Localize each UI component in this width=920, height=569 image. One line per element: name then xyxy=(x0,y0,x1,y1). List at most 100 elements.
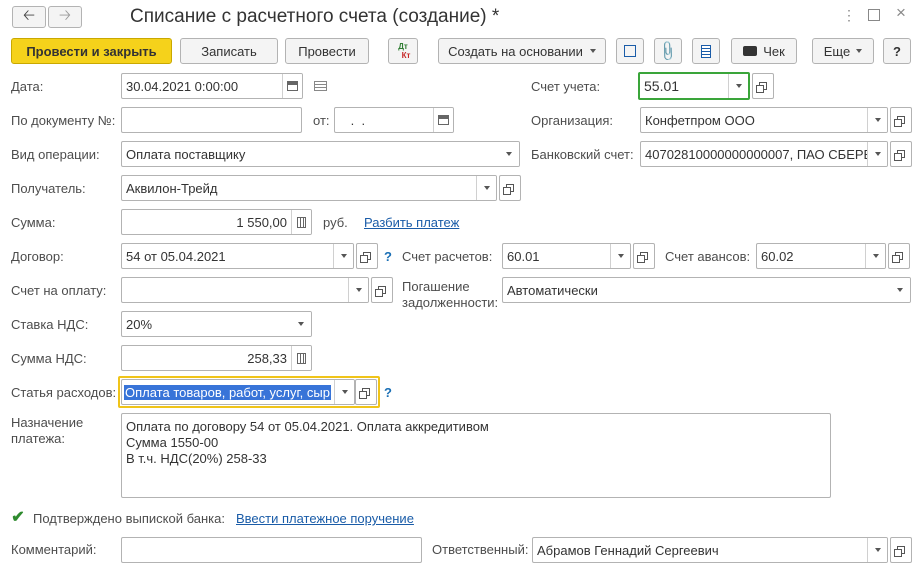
post-button[interactable]: Провести xyxy=(285,38,369,64)
create-based-on-button[interactable]: Создать на основании xyxy=(438,38,606,64)
save-button[interactable]: Записать xyxy=(180,38,278,64)
purpose-label-1: Назначение xyxy=(11,415,84,430)
open-icon xyxy=(894,116,905,127)
open-icon xyxy=(756,82,767,93)
chevron-down-icon xyxy=(856,49,863,53)
organization-dropdown-button[interactable] xyxy=(867,108,887,132)
advance-dropdown-button[interactable] xyxy=(865,244,885,268)
expense-help-icon[interactable]: ? xyxy=(384,385,392,400)
calculator-button[interactable] xyxy=(291,210,311,234)
structure-button[interactable] xyxy=(616,38,644,64)
contract-field[interactable]: 54 от 05.04.2021 xyxy=(121,243,354,269)
account-open-button[interactable] xyxy=(752,73,774,99)
responsible-field[interactable]: Абрамов Геннадий Сергеевич xyxy=(532,537,888,563)
doc-date-value: . . xyxy=(347,112,366,128)
more-button[interactable]: Еще xyxy=(812,38,874,64)
purpose-line-2: Сумма 1550-00 xyxy=(126,435,219,450)
account-field[interactable]: 55.01 xyxy=(638,72,750,100)
expense-item-field[interactable]: Оплата товаров, работ, услуг, сыр xyxy=(121,379,355,405)
cash-register-icon xyxy=(743,46,758,56)
report-button[interactable] xyxy=(692,38,720,64)
notes-icon[interactable] xyxy=(314,81,327,91)
responsible-value: Абрамов Геннадий Сергеевич xyxy=(537,542,719,558)
dt-kt-icon-top: Дт xyxy=(398,42,408,51)
structure-icon xyxy=(624,45,636,57)
chevron-down-icon xyxy=(617,254,624,258)
expense-dropdown-button[interactable] xyxy=(334,380,354,404)
open-icon xyxy=(892,252,903,263)
post-and-close-button[interactable]: Провести и закрыть xyxy=(11,38,172,64)
settlement-account-field[interactable]: 60.01 xyxy=(502,243,631,269)
nav-forward-button[interactable]: 🡢 xyxy=(48,6,82,28)
organization-value: Конфетпром ООО xyxy=(645,112,755,128)
bank-account-open-button[interactable] xyxy=(890,141,912,167)
advance-open-button[interactable] xyxy=(888,243,910,269)
doc-date-field[interactable]: . . xyxy=(334,107,454,133)
chevron-down-icon xyxy=(483,186,490,190)
chevron-down-icon xyxy=(340,254,347,258)
debt-repayment-dropdown-button[interactable] xyxy=(890,278,910,302)
recipient-dropdown-button[interactable] xyxy=(476,176,496,200)
contract-help-icon[interactable]: ? xyxy=(384,249,392,264)
recipient-open-button[interactable] xyxy=(499,175,521,201)
close-icon[interactable]: × xyxy=(896,3,906,23)
create-based-on-label: Создать на основании xyxy=(448,43,583,59)
attach-button[interactable]: 📎 xyxy=(654,38,682,64)
responsible-open-button[interactable] xyxy=(890,537,912,563)
receipt-button[interactable]: Чек xyxy=(731,38,797,64)
chevron-down-icon xyxy=(589,49,596,53)
expense-item-selected-text: Оплата товаров, работ, услуг, сыр xyxy=(124,384,331,400)
invoice-open-button[interactable] xyxy=(371,277,393,303)
dt-kt-button[interactable]: Дт Кт xyxy=(388,38,418,64)
enter-payment-order-link[interactable]: Ввести платежное поручение xyxy=(236,511,414,526)
settlement-account-value: 60.01 xyxy=(507,248,540,264)
vat-sum-field[interactable]: 258,33 xyxy=(121,345,312,371)
maximize-icon[interactable] xyxy=(868,9,880,21)
calendar-button[interactable] xyxy=(282,74,302,98)
bank-account-field[interactable]: 40702810000000000007, ПАО СБЕРБАНК xyxy=(640,141,888,167)
expense-open-button[interactable] xyxy=(355,379,377,405)
contract-value: 54 от 05.04.2021 xyxy=(126,248,226,264)
sum-value: 1 550,00 xyxy=(236,214,287,230)
contract-open-button[interactable] xyxy=(356,243,378,269)
vat-rate-dropdown-button[interactable] xyxy=(291,312,311,336)
more-vertical-icon[interactable]: ⋮ xyxy=(842,7,856,24)
purpose-textarea[interactable]: Оплата по договору 54 от 05.04.2021. Опл… xyxy=(121,413,831,498)
responsible-dropdown-button[interactable] xyxy=(867,538,887,562)
comment-input[interactable] xyxy=(121,537,422,563)
calculator-icon xyxy=(297,352,306,364)
recipient-label: Получатель: xyxy=(11,181,86,196)
open-icon xyxy=(375,286,386,297)
vat-rate-field[interactable]: 20% xyxy=(121,311,312,337)
recipient-field[interactable]: Аквилон-Трейд xyxy=(121,175,497,201)
paperclip-icon: 📎 xyxy=(656,38,681,63)
invoice-dropdown-button[interactable] xyxy=(348,278,368,302)
operation-dropdown-button[interactable] xyxy=(499,142,519,166)
debt-repayment-field[interactable]: Автоматически xyxy=(502,277,911,303)
calculator-button[interactable] xyxy=(291,346,311,370)
account-dropdown-button[interactable] xyxy=(728,74,748,98)
organization-label: Организация: xyxy=(531,113,614,128)
doc-number-label: По документу №: xyxy=(11,113,116,128)
account-value: 55.01 xyxy=(644,78,680,94)
advance-account-field[interactable]: 60.02 xyxy=(756,243,886,269)
organization-field[interactable]: Конфетпром ООО xyxy=(640,107,888,133)
split-payment-link[interactable]: Разбить платеж xyxy=(364,215,459,230)
date-field[interactable]: 30.04.2021 0:00:00 xyxy=(121,73,303,99)
nav-back-button[interactable]: 🡠 xyxy=(12,6,46,28)
contract-dropdown-button[interactable] xyxy=(333,244,353,268)
settlement-dropdown-button[interactable] xyxy=(610,244,630,268)
settlement-open-button[interactable] xyxy=(633,243,655,269)
help-button[interactable]: ? xyxy=(883,38,911,64)
invoice-field[interactable] xyxy=(121,277,369,303)
currency-label: руб. xyxy=(323,215,348,230)
chevron-down-icon xyxy=(872,254,879,258)
organization-open-button[interactable] xyxy=(890,107,912,133)
bank-account-dropdown-button[interactable] xyxy=(867,142,887,166)
operation-field[interactable]: Оплата поставщику xyxy=(121,141,520,167)
doc-number-input[interactable] xyxy=(121,107,302,133)
sum-field[interactable]: 1 550,00 xyxy=(121,209,312,235)
calendar-button[interactable] xyxy=(433,108,453,132)
debt-repayment-label-2: задолженности: xyxy=(402,295,499,310)
confirmed-checkbox[interactable]: ✔ xyxy=(11,510,25,526)
